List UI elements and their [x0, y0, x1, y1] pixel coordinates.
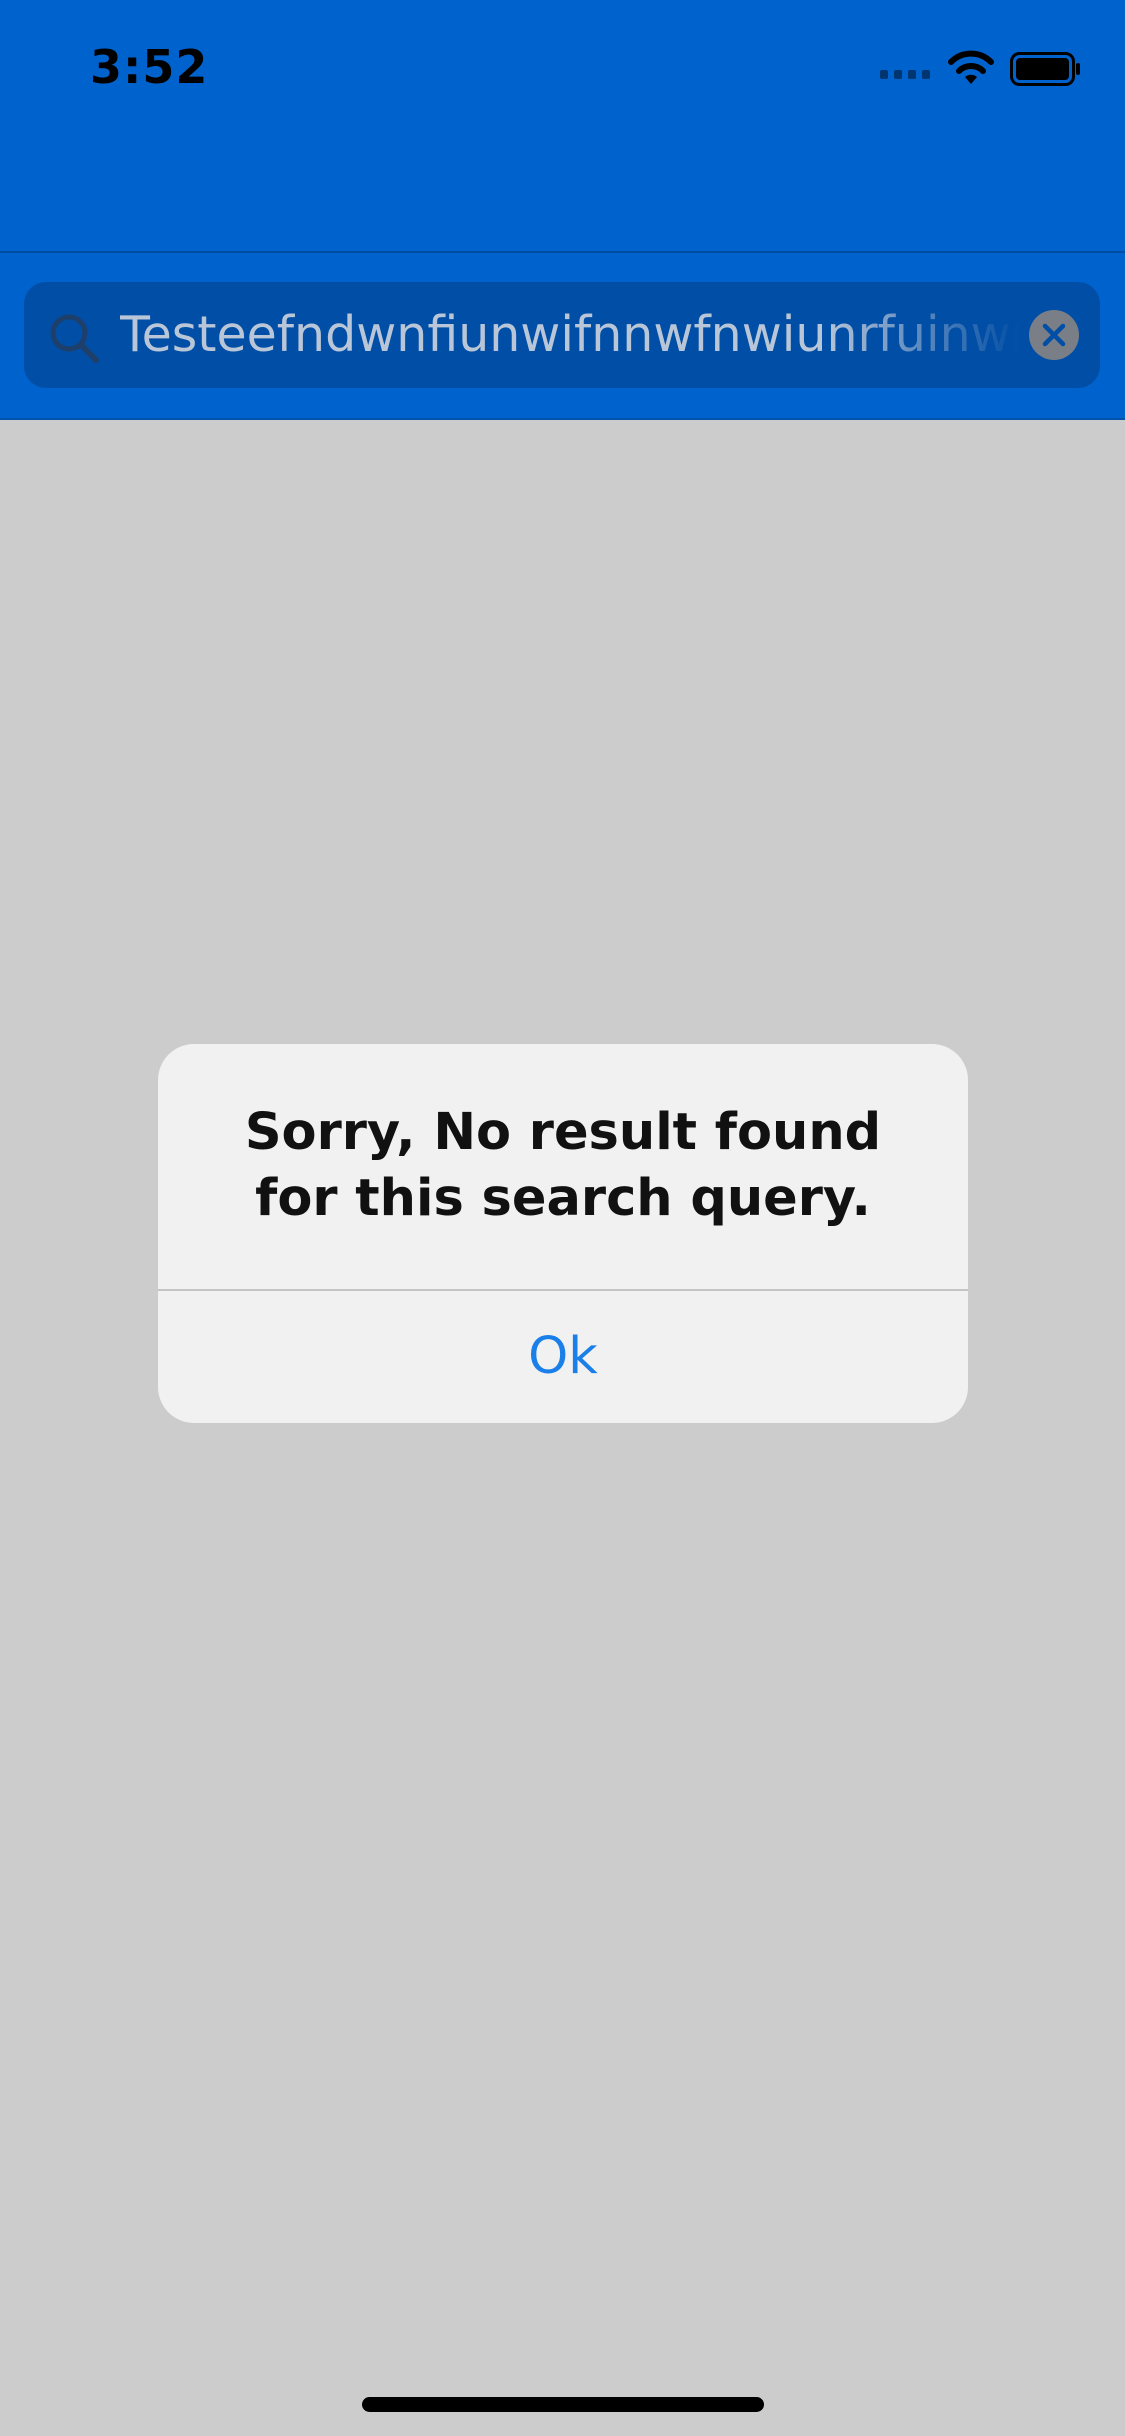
alert-dialog: Sorry, No result found for this search q… — [158, 1044, 968, 1423]
wifi-icon — [948, 50, 994, 84]
alert-message: Sorry, No result found for this search q… — [244, 1103, 882, 1228]
header-bottom-border — [0, 418, 1125, 420]
search-bar[interactable]: Testeefndwnfiunwifnnwfnwiunrfuinwrfuinwr… — [24, 282, 1100, 388]
battery-icon — [1010, 52, 1080, 86]
search-input[interactable]: Testeefndwnfiunwifnnwfnwiunrfuinwrfuinwr… — [120, 282, 1020, 388]
header-divider — [0, 251, 1125, 253]
status-time: 3:52 — [90, 40, 209, 94]
ok-button[interactable]: Ok — [158, 1291, 968, 1423]
search-icon — [50, 314, 99, 363]
cellular-signal-icon — [880, 70, 930, 79]
home-indicator[interactable] — [362, 2397, 764, 2412]
clear-icon[interactable] — [1029, 310, 1079, 360]
